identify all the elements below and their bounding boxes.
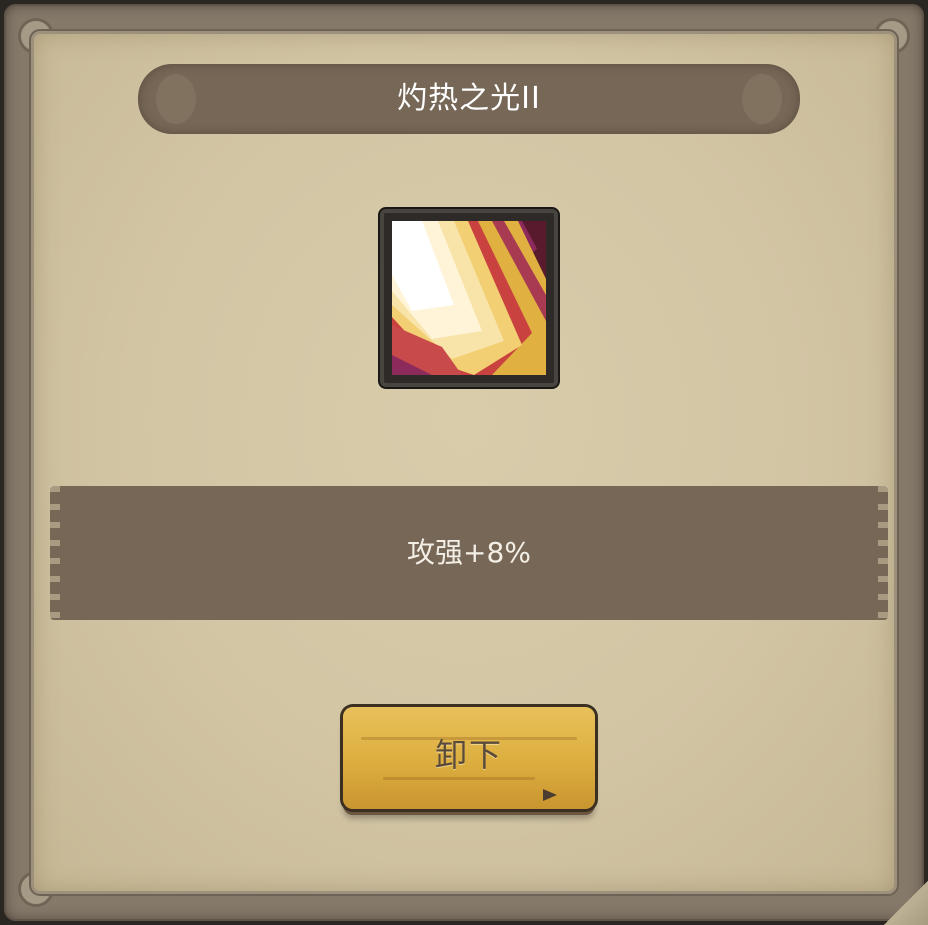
description-band: 攻强+8% [50,486,888,620]
arrow-mark-icon [543,789,557,801]
title-banner: 灼热之光II [138,64,800,134]
blazing-light-rays-icon [392,221,546,375]
skill-icon-frame [380,209,558,387]
unequip-label: 卸下 [434,736,503,774]
page-curl-decoration [884,881,928,925]
skill-title: 灼热之光II [397,81,541,116]
unequip-button[interactable]: 卸下 [343,707,595,809]
skill-description: 攻强+8% [407,536,531,569]
